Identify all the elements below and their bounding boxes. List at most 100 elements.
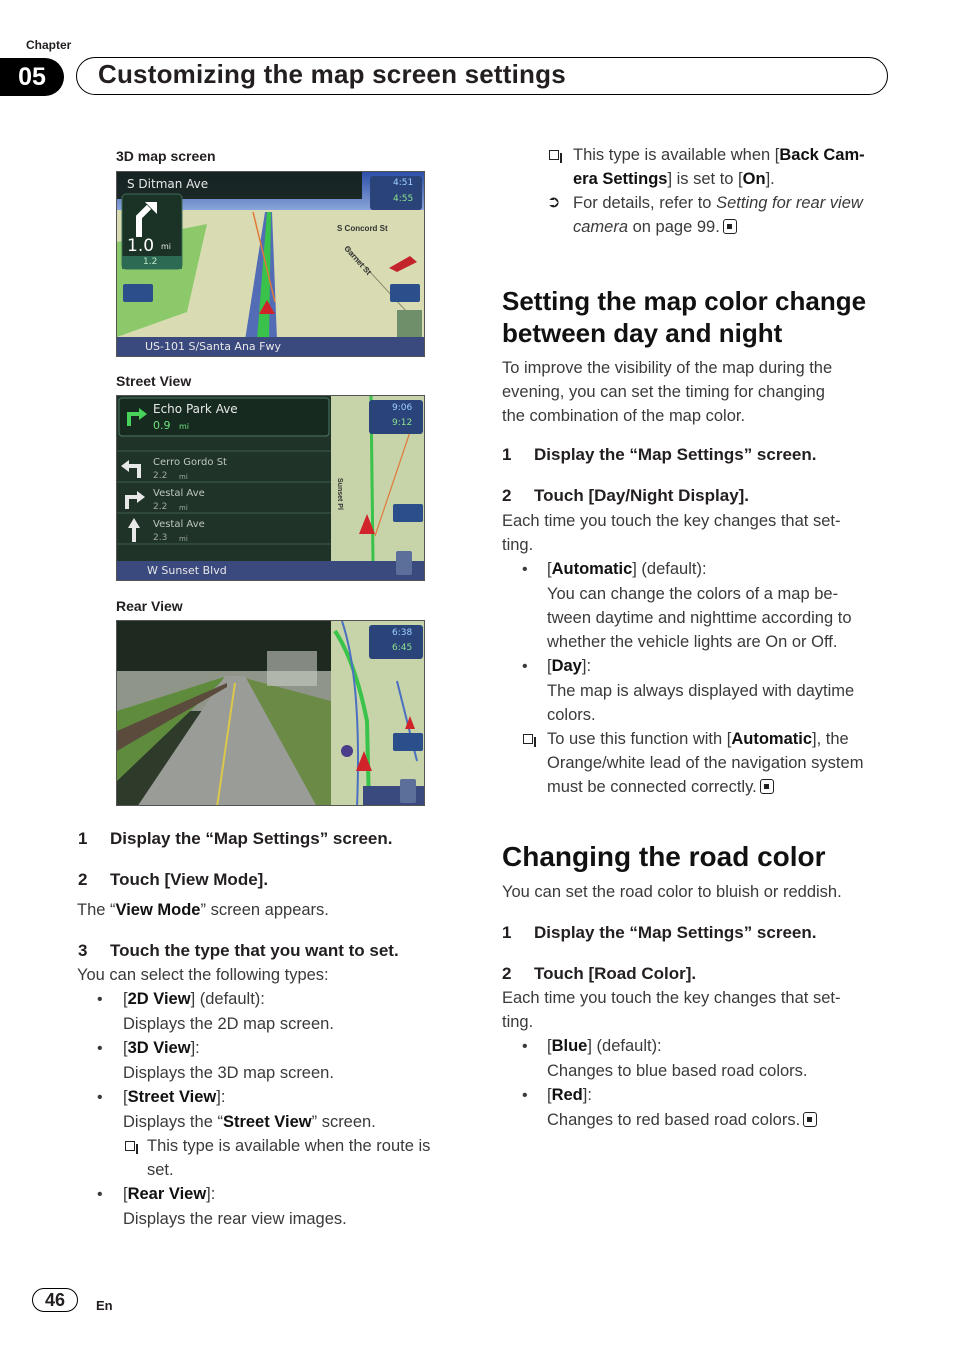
page-number: 46	[32, 1288, 78, 1312]
note-icon	[125, 1141, 138, 1154]
day-night-intro: To improve the visibility of the map dur…	[502, 356, 832, 428]
option-2d-view-desc: Displays the 2D map screen.	[123, 1015, 334, 1033]
option-name: Rear View	[127, 1185, 207, 1203]
reference-link[interactable]: camera	[573, 218, 628, 236]
section-title-road-color: Changing the road color	[502, 841, 826, 872]
street-view-item-0-street: Echo Park Ave	[153, 402, 238, 416]
option-suffix: ]:	[206, 1185, 216, 1203]
option-desc-line: Changes to red based road colors.	[547, 1111, 801, 1129]
caption-3d-map: 3D map screen	[116, 148, 216, 164]
chapter-label: Chapter	[26, 38, 72, 52]
rear-view-illustration	[117, 621, 424, 805]
map-street-name: S Ditman Ave	[127, 177, 209, 191]
end-of-section-icon	[759, 779, 774, 794]
map-turn-distance: 1.0	[127, 236, 155, 256]
ipod-button[interactable]	[396, 551, 412, 575]
option-desc-line: The map is always displayed with daytime	[547, 682, 855, 700]
bullet: •	[97, 1186, 103, 1203]
text-line: Each time you touch the key changes that…	[502, 512, 841, 530]
note-line: set.	[147, 1161, 174, 1179]
map-bottom-road: US-101 S/Santa Ana Fwy	[145, 340, 281, 353]
note-line: This type is available when the route is	[147, 1137, 431, 1155]
step-number: 1	[502, 445, 512, 464]
option-blue: • [Blue] (default):	[502, 1034, 892, 1059]
street-view-item-3-unit: mi	[179, 535, 188, 543]
text-line: To improve the visibility of the map dur…	[502, 359, 833, 377]
bullet: •	[97, 1089, 103, 1106]
option-desc-line: tween daytime and nighttime according to	[547, 609, 852, 627]
road-color-step-2: 2 Touch [Road Color].	[502, 964, 696, 984]
text: This type is available when [	[573, 146, 780, 164]
option-2d-view: • [2D View] (default):	[97, 987, 457, 1012]
text: To use this function with [	[547, 730, 732, 748]
option-name: Day	[551, 657, 582, 675]
option-desc-line: You can change the colors of a map be-	[547, 585, 839, 603]
note-icon	[549, 150, 562, 163]
bullet: •	[522, 658, 528, 675]
step-number: 2	[502, 486, 512, 505]
screenshot-street-view: Echo Park Ave 0.9 mi Cerro Gordo St 2.2 …	[116, 395, 425, 581]
text-line: evening, you can set the timing for chan…	[502, 383, 825, 401]
step-number: 2	[502, 964, 512, 983]
road-color-options: Each time you touch the key changes that…	[502, 986, 892, 1132]
street-view-item-1-unit: mi	[179, 473, 188, 481]
map-view-button[interactable]	[390, 284, 420, 302]
street-view-item-3-distance: 2.3	[153, 533, 168, 543]
view-mode-step-3: 3 Touch the type that you want to set.	[78, 941, 399, 961]
bold-text: era Settings	[573, 170, 668, 188]
bullet: •	[522, 1038, 528, 1055]
step-number: 1	[502, 923, 512, 942]
map-arrival-time: 4:55	[393, 194, 414, 204]
option-day: • [Day]:	[502, 654, 892, 679]
text: The “	[77, 901, 116, 919]
section-title-day-night: Setting the map color change between day…	[502, 285, 866, 349]
text: ” screen.	[311, 1113, 376, 1131]
option-suffix: ] (default):	[190, 990, 265, 1008]
map-label-concord: S Concord St	[337, 224, 388, 233]
note-icon	[523, 734, 536, 747]
ipod-button[interactable]	[400, 779, 416, 803]
option-suffix: ] (default):	[632, 560, 707, 578]
street-view-map-label: Sunset Pl	[336, 478, 343, 510]
option-rear-view-desc: Displays the rear view images.	[123, 1210, 347, 1228]
text-line: ting.	[502, 1013, 534, 1031]
rear-view-search-button[interactable]	[393, 733, 423, 751]
screenshot-3d-map: S Ditman Ave 1.0 mi 1.2 4:51 4:55 S Conc…	[116, 171, 425, 357]
street-view-item-2-unit: mi	[179, 504, 188, 512]
map-search-button[interactable]	[123, 284, 153, 302]
street-view-search-button[interactable]	[393, 504, 423, 522]
note-line: Orange/white lead of the navigation syst…	[547, 754, 864, 772]
street-view-item-1-distance: 2.2	[153, 471, 168, 481]
caption-rear-view: Rear View	[116, 598, 183, 614]
back-camera-note: This type is available when [Back Cam- e…	[547, 143, 887, 191]
street-view-item-1-street: Cerro Gordo St	[153, 457, 227, 468]
reference-link[interactable]: Setting for rear view	[716, 194, 863, 212]
option-name: 2D View	[127, 990, 191, 1008]
end-of-section-icon	[722, 219, 737, 234]
rear-view-arrival-time: 6:45	[392, 643, 413, 653]
map-turn-distance-unit: mi	[161, 242, 172, 251]
step-text: Touch the type that you want to set.	[110, 941, 399, 960]
street-view-clock-time: 9:06	[392, 403, 413, 413]
option-name: Red	[551, 1086, 583, 1104]
option-3d-view-desc: Displays the 3D map screen.	[123, 1064, 334, 1082]
reference-arrow-icon: ➲	[547, 194, 561, 211]
option-red-desc: Changes to red based road colors.	[502, 1108, 892, 1132]
bullet: •	[522, 1087, 528, 1104]
map-3d-illustration	[117, 172, 424, 356]
chapter-title: Customizing the map screen settings	[98, 59, 566, 89]
bold-text: Back Cam-	[779, 146, 865, 164]
day-night-step-2: 2 Touch [Day/Night Display].	[502, 486, 749, 506]
view-mode-screen-desc: The “View Mode” screen appears.	[77, 898, 329, 922]
rear-view-clock-time: 6:38	[392, 628, 413, 638]
option-name: Blue	[551, 1037, 588, 1055]
text-line: Each time you touch the key changes that…	[502, 989, 841, 1007]
text: ], the	[812, 730, 849, 748]
ipod-button[interactable]	[397, 310, 422, 340]
street-view-item-3-street: Vestal Ave	[153, 519, 205, 530]
option-street-view: • [Street View]:	[97, 1085, 457, 1110]
option-suffix: ]:	[581, 657, 592, 675]
option-rear-view: • [Rear View]:	[97, 1182, 457, 1207]
note-line: must be connected correctly.	[547, 778, 757, 796]
reference-note: ➲ For details, refer to Setting for rear…	[547, 191, 887, 239]
